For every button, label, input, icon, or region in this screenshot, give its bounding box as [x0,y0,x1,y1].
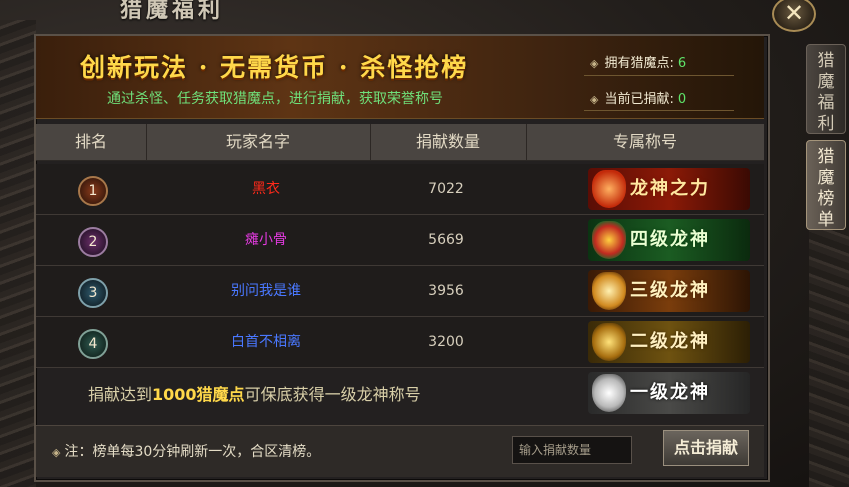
guarantee-notice: 捐献达到1000猎魔点可保底获得一级龙神称号 [88,381,421,405]
stat-divider [584,110,734,111]
guarantee-prefix: 捐献达到 [88,385,153,404]
player-name: 瘫小骨 [245,232,287,248]
rank-badge: 4 [78,329,108,359]
dragon-emblem-icon [592,272,626,310]
table-header: 排名 玩家名字 捐献数量 专属称号 [36,124,764,161]
title-text: 三级龙神 [630,280,710,301]
window-title: 猎魔福利 [120,0,225,23]
banner-subtitle: 通过杀怪、任务获取猎魔点，进行捐献，获取荣誉称号 [107,91,443,107]
table-row: 3 别问我是谁 3956 三级龙神 [36,266,764,317]
refresh-note-text: 注：榜单每30分钟刷新一次，合区清榜。 [64,444,321,460]
dragon-emblem-icon [592,170,626,208]
header-donation-count: 捐献数量 [370,124,527,160]
title-badge: 四级龙神 [588,219,750,261]
table-row: 4 白首不相离 3200 二级龙神 [36,317,764,368]
dragon-emblem-icon [592,374,626,412]
banner-headline: 创新玩法 · 无需货币 · 杀怪抢榜 [80,53,469,82]
title-badge: 龙神之力 [588,168,750,210]
player-name: 别问我是谁 [231,283,301,299]
title-text: 二级龙神 [630,331,710,352]
header-rank: 排名 [36,124,147,160]
dragon-emblem-icon [592,221,626,259]
dragon-ornament-right [809,230,849,487]
dragon-emblem-icon [592,323,626,361]
guarantee-suffix: 可保底获得一级龙神称号 [244,385,421,404]
dragon-ornament-left [0,20,36,487]
title-text: 四级龙神 [630,229,710,250]
rank-badge: 2 [78,227,108,257]
donate-button[interactable]: 点击捐献 [663,430,749,466]
player-name: 白首不相离 [231,334,301,350]
guarantee-title-badge: 一级龙神 [588,372,750,414]
tab-hunting-leaderboard[interactable]: 猎魔榜单 [806,140,846,230]
donation-count: 7022 [428,181,464,197]
donation-count: 5669 [428,232,464,248]
owned-points-value: 6 [677,56,687,71]
title-text: 一级龙神 [630,382,710,403]
diamond-icon: ◈ [590,57,599,70]
header-exclusive-title: 专属称号 [612,132,677,151]
diamond-icon: ◈ [52,446,61,459]
owned-points-stat: ◈ 拥有猎魔点: 6 [590,52,686,71]
donation-count: 3200 [428,334,464,350]
donated-points-value: 0 [677,92,687,107]
table-row: 1 黑衣 7022 龙神之力 [36,164,764,215]
stat-divider [584,75,734,76]
header-player-name: 玩家名字 [146,124,371,160]
donation-amount-input[interactable] [512,436,632,464]
donated-points-label: 当前已捐献: [604,92,674,107]
table-row: 2 瘫小骨 5669 四级龙神 [36,215,764,266]
donation-count: 3956 [428,283,464,299]
owned-points-label: 拥有猎魔点: [604,56,674,71]
player-name: 黑衣 [252,181,280,197]
guarantee-highlight: 1000猎魔点 [152,385,245,404]
rank-badge: 1 [78,176,108,206]
refresh-note: ◈ 注：榜单每30分钟刷新一次，合区清榜。 [52,441,320,461]
rank-badge: 3 [78,278,108,308]
title-text: 龙神之力 [630,178,710,199]
title-badge: 二级龙神 [588,321,750,363]
diamond-icon: ◈ [590,93,599,106]
tab-hunting-welfare[interactable]: 猎魔福利 [806,44,846,134]
title-badge: 三级龙神 [588,270,750,312]
donated-points-stat: ◈ 当前已捐献: 0 [590,88,686,107]
